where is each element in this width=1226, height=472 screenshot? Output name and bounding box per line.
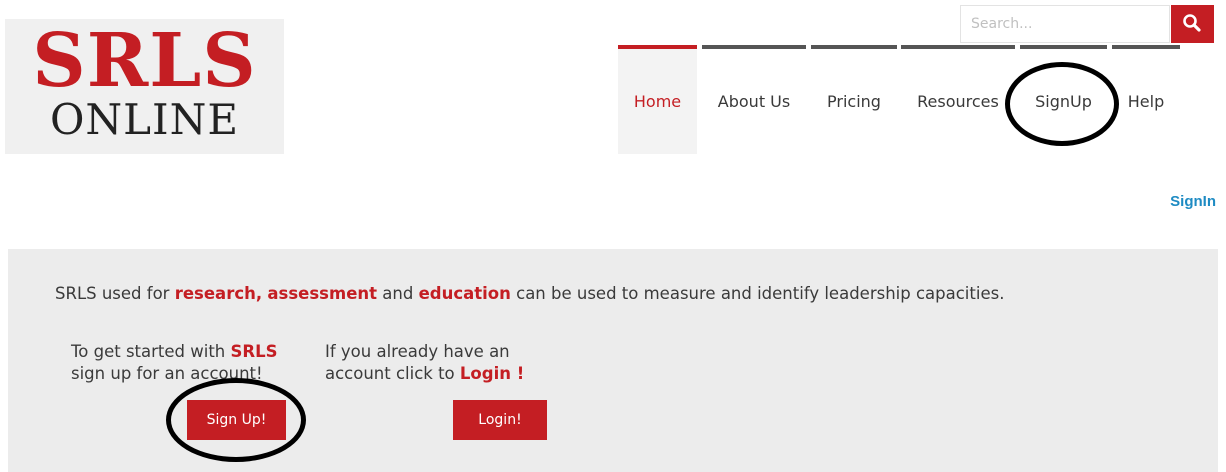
nav-item-home[interactable]: Home <box>618 49 697 154</box>
nav-item-signup[interactable]: SignUp <box>1020 49 1107 154</box>
signup-prompt-line1: To get started with <box>71 342 231 361</box>
signin-link[interactable]: SignIn <box>1170 193 1216 210</box>
signup-prompt-line2: sign up for an account! <box>71 364 263 383</box>
search-icon <box>1183 14 1201 32</box>
highlight-srls: SRLS <box>230 342 278 361</box>
login-prompt-line1: If you already have an <box>325 342 510 361</box>
search-input[interactable] <box>960 5 1170 43</box>
highlight-education: education <box>418 284 511 303</box>
login-button[interactable]: Login! <box>453 400 547 440</box>
nav-item-resources[interactable]: Resources <box>901 49 1015 154</box>
highlight-research: research, <box>174 284 263 303</box>
intro-text-part: SRLS used for <box>55 284 175 303</box>
site-logo[interactable]: SRLS ONLINE <box>5 19 284 154</box>
highlight-login: Login ! <box>459 364 525 383</box>
login-prompt-line2: account click to <box>325 364 460 383</box>
signup-prompt: To get started with SRLS sign up for an … <box>71 341 278 385</box>
search-button[interactable] <box>1171 5 1214 43</box>
intro-text: SRLS used for research, assessment and e… <box>55 283 1015 305</box>
intro-text-part: can be used to measure and identify lead… <box>510 284 1005 303</box>
nav-item-about-us[interactable]: About Us <box>702 49 806 154</box>
logo-line-srls: SRLS <box>32 18 257 104</box>
intro-text-part: and <box>377 284 419 303</box>
logo-line-online: ONLINE <box>49 95 240 144</box>
login-prompt: If you already have an account click to … <box>325 341 524 385</box>
signup-button[interactable]: Sign Up! <box>187 400 286 440</box>
nav-item-help[interactable]: Help <box>1112 49 1180 154</box>
nav-item-pricing[interactable]: Pricing <box>811 49 897 154</box>
highlight-assessment: assessment <box>267 284 378 303</box>
